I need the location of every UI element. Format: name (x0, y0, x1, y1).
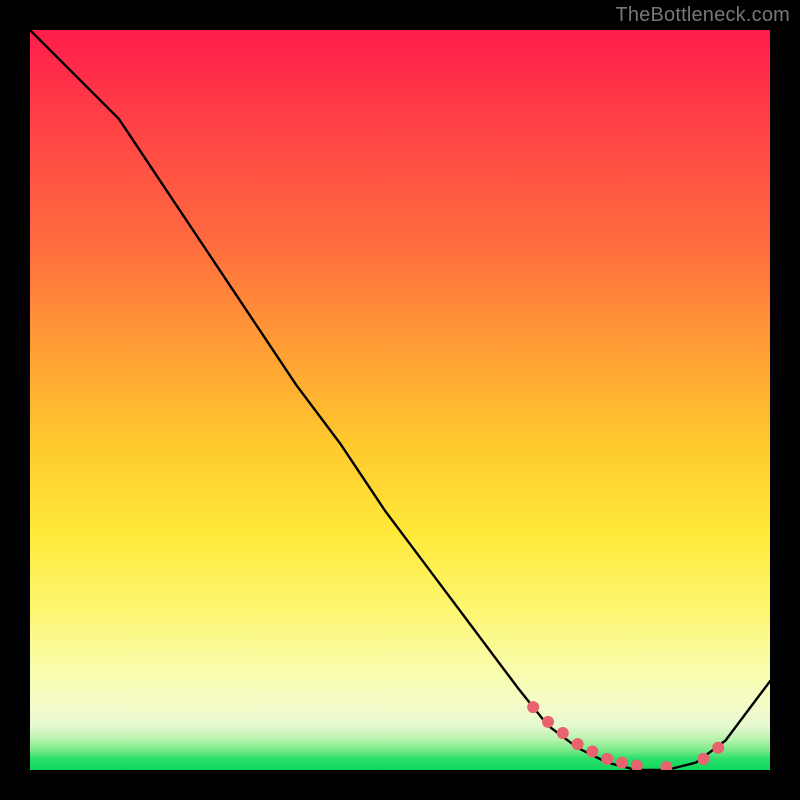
chart-frame: TheBottleneck.com (0, 0, 800, 800)
highlight-dot (697, 753, 709, 765)
highlight-dot (712, 742, 724, 754)
highlight-dot (616, 757, 628, 769)
highlight-dot (557, 727, 569, 739)
plot-area (30, 30, 770, 770)
highlight-dots (527, 701, 724, 770)
highlight-dot (601, 753, 613, 765)
highlight-dot (660, 761, 672, 770)
highlight-dot (586, 746, 598, 758)
highlight-dot (542, 716, 554, 728)
watermark-text: TheBottleneck.com (615, 4, 790, 27)
curve-svg (30, 30, 770, 770)
bottleneck-curve (30, 30, 770, 770)
highlight-dot (527, 701, 539, 713)
highlight-dot (572, 738, 584, 750)
highlight-dot (631, 760, 643, 770)
